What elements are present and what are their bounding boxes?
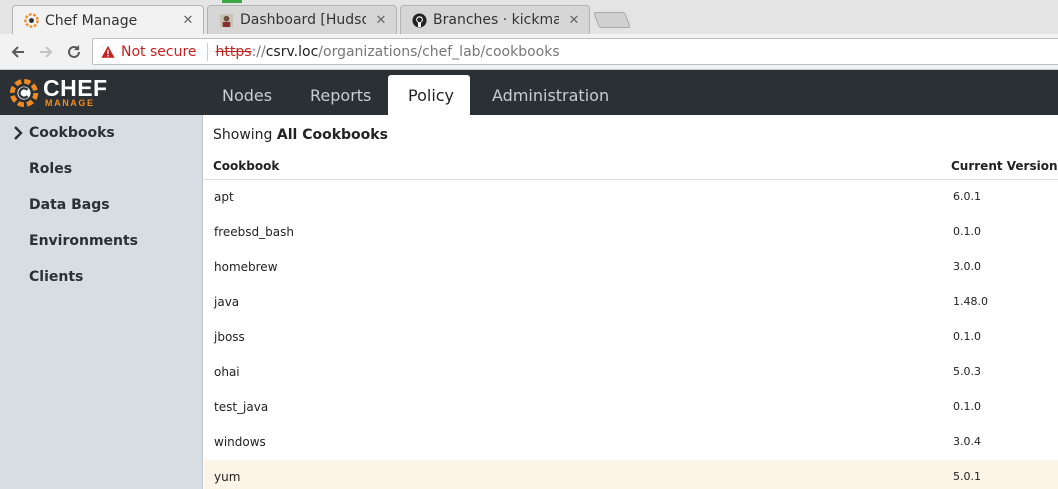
sidebar-item-environments[interactable]: Environments xyxy=(29,233,138,249)
tab-title: Chef Manage xyxy=(45,12,138,29)
cookbook-name[interactable]: homebrew xyxy=(214,260,278,274)
cookbook-name[interactable]: yum xyxy=(214,470,240,484)
table-row[interactable]: windows 3.0.4 xyxy=(204,425,1058,460)
sidebar-item-clients[interactable]: Clients xyxy=(29,269,83,285)
cookbook-name[interactable]: test_java xyxy=(214,400,268,414)
omnibox-separator xyxy=(206,42,208,61)
back-button[interactable] xyxy=(7,41,29,63)
hudson-icon xyxy=(218,12,234,28)
browser-tab-chef-manage[interactable]: Chef Manage ✕ xyxy=(12,5,204,35)
url-path: /organizations/chef_lab/cookbooks xyxy=(318,43,560,60)
close-tab-icon[interactable]: ✕ xyxy=(567,13,581,28)
table-row[interactable]: apt 6.0.1 xyxy=(204,180,1058,215)
chevron-right-icon xyxy=(14,126,23,140)
tab-title: Dashboard [Hudson xyxy=(240,12,366,28)
new-tab-button[interactable] xyxy=(593,12,631,28)
showing-prefix: Showing xyxy=(213,127,273,143)
tab-title: Branches · kickman xyxy=(433,12,559,28)
nav-tab-administration[interactable]: Administration xyxy=(472,75,629,115)
address-bar[interactable]: Not secure https :// csrv.loc /organizat… xyxy=(92,38,1058,65)
reload-icon xyxy=(68,45,80,58)
showing-filter-label: Showing All Cookbooks xyxy=(213,127,388,143)
table-row[interactable]: java 1.48.0 xyxy=(204,285,1058,320)
chef-logo-icon xyxy=(9,78,39,108)
cookbook-name[interactable]: java xyxy=(214,295,239,309)
not-secure-label[interactable]: Not secure xyxy=(121,44,197,60)
cookbook-version: 6.0.1 xyxy=(953,190,981,203)
nav-tab-nodes[interactable]: Nodes xyxy=(202,75,292,115)
cookbook-name[interactable]: jboss xyxy=(214,330,245,344)
nav-tab-reports[interactable]: Reports xyxy=(290,75,391,115)
logo-wordmark: CHEF xyxy=(43,75,108,101)
chef-icon xyxy=(23,13,39,29)
cookbook-version: 3.0.0 xyxy=(953,260,981,273)
close-tab-icon[interactable]: ✕ xyxy=(374,13,388,28)
url-scheme-separator: :// xyxy=(251,43,266,60)
column-header-current-version[interactable]: Current Version xyxy=(951,159,1058,173)
sidebar-item-data-bags[interactable]: Data Bags xyxy=(29,197,110,213)
table-row-highlighted[interactable]: yum 5.0.1 xyxy=(204,460,1058,489)
tab-loading-indicator xyxy=(222,0,242,3)
cookbook-version: 0.1.0 xyxy=(953,225,981,238)
browser-toolbar: Not secure https :// csrv.loc /organizat… xyxy=(0,34,1058,70)
table-row[interactable]: test_java 0.1.0 xyxy=(204,390,1058,425)
table-row[interactable]: homebrew 3.0.0 xyxy=(204,250,1058,285)
sidebar-item-roles[interactable]: Roles xyxy=(29,161,72,177)
close-tab-icon[interactable]: ✕ xyxy=(181,13,195,28)
cookbook-version: 3.0.4 xyxy=(953,435,981,448)
browser-tab-branches[interactable]: Branches · kickman ✕ xyxy=(400,5,590,34)
nav-tab-policy[interactable]: Policy xyxy=(388,75,470,115)
github-icon xyxy=(411,12,427,28)
cookbook-version: 0.1.0 xyxy=(953,400,981,413)
cookbook-version: 1.48.0 xyxy=(953,295,988,308)
arrow-right-icon xyxy=(40,46,53,58)
warning-icon xyxy=(101,45,115,58)
arrow-left-icon xyxy=(11,46,24,58)
showing-scope[interactable]: All Cookbooks xyxy=(277,127,388,143)
forward-button[interactable] xyxy=(35,41,57,63)
url-host: csrv.loc xyxy=(265,43,319,60)
cookbook-name[interactable]: ohai xyxy=(214,365,240,379)
cookbook-version: 5.0.1 xyxy=(953,470,981,483)
browser-tab-strip: Chef Manage ✕ Dashboard [Hudson ✕ Branch… xyxy=(0,0,1058,35)
sidebar-item-cookbooks[interactable]: Cookbooks xyxy=(29,125,115,141)
table-row[interactable]: freebsd_bash 0.1.0 xyxy=(204,215,1058,250)
cookbook-name[interactable]: freebsd_bash xyxy=(214,225,294,239)
browser-tab-dashboard[interactable]: Dashboard [Hudson ✕ xyxy=(207,5,397,34)
reload-button[interactable] xyxy=(63,41,85,63)
cookbook-name[interactable]: apt xyxy=(214,190,234,204)
cookbook-version: 0.1.0 xyxy=(953,330,981,343)
app-header: CHEF MANAGE Nodes Reports Policy Adminis… xyxy=(0,70,1058,115)
url-scheme: https xyxy=(215,43,252,60)
chef-manage-logo[interactable]: CHEF MANAGE xyxy=(9,77,108,109)
cookbook-name[interactable]: windows xyxy=(214,435,266,449)
table-row[interactable]: ohai 5.0.3 xyxy=(204,355,1058,390)
cookbook-version: 5.0.3 xyxy=(953,365,981,378)
column-header-cookbook[interactable]: Cookbook xyxy=(213,159,279,173)
table-row[interactable]: jboss 0.1.0 xyxy=(204,320,1058,355)
